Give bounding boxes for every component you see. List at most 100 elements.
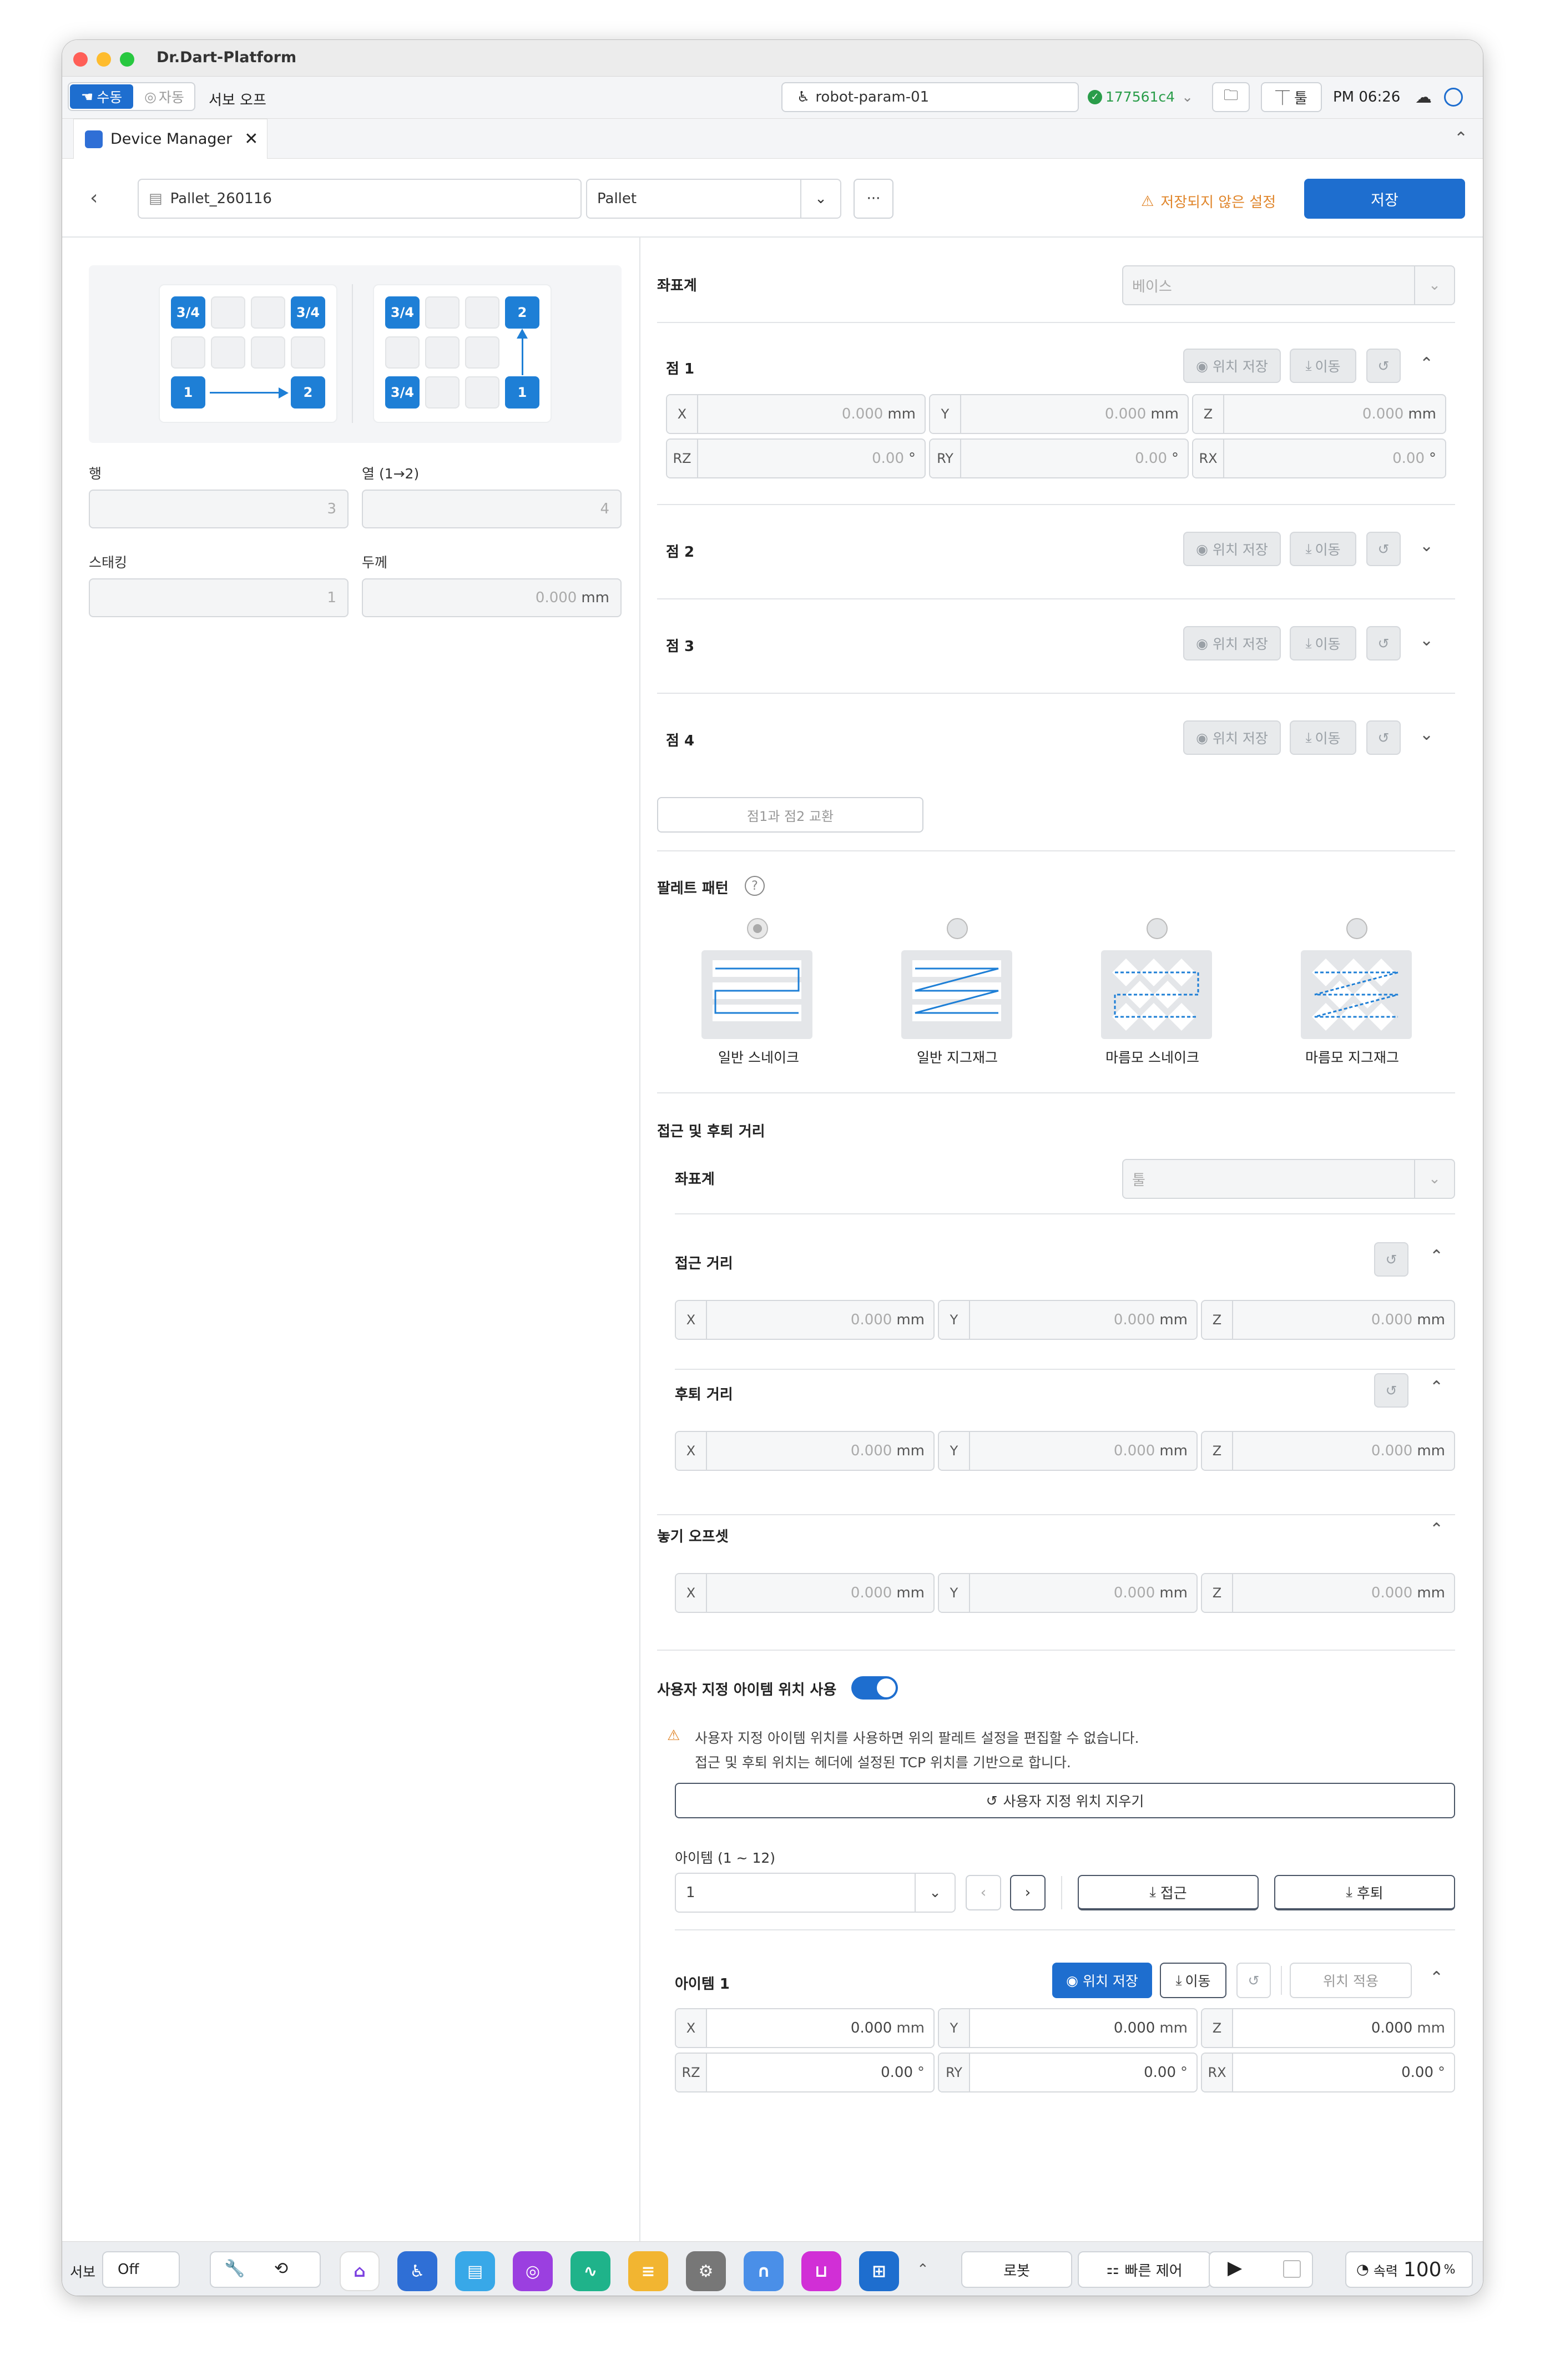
back-icon[interactable]: ‹ [90, 186, 98, 209]
thickness-input[interactable]: 0.000 mm [362, 578, 622, 617]
approach-collapse-icon[interactable]: ⌃ [1430, 1247, 1443, 1266]
stop-icon[interactable] [1283, 2260, 1301, 2278]
servo-toggle[interactable]: Off [102, 2251, 180, 2288]
minimize-window-button[interactable] [97, 52, 111, 67]
file-name-field[interactable]: ▤ Pallet_260116 [138, 179, 582, 219]
item-ry-field[interactable]: RY 0.00 ° [938, 2053, 1198, 2092]
pattern-radio-normal-snake[interactable] [747, 918, 768, 939]
device-manager-app-icon[interactable]: ⊞ [859, 2251, 899, 2291]
item-x-field[interactable]: X 0.000 mm [675, 2008, 935, 2048]
retreat-z-field[interactable]: Z 0.000 mm [1201, 1431, 1455, 1471]
cloud-icon[interactable]: ☁ [1415, 88, 1432, 107]
approach-z-field[interactable]: Z 0.000 mm [1201, 1300, 1455, 1340]
next-item-icon[interactable]: › [1010, 1875, 1046, 1910]
maximize-window-button[interactable] [120, 52, 134, 67]
approach-coord-select[interactable]: 툴 ⌄ [1122, 1159, 1455, 1199]
tab-device-manager[interactable]: Device Manager ✕ [73, 119, 267, 159]
retreat-x-field[interactable]: X 0.000 mm [675, 1431, 935, 1471]
point-1-rx-field[interactable]: RX 0.00 ° [1192, 438, 1446, 478]
point-4-expand-icon[interactable]: ⌄ [1420, 725, 1433, 744]
program-app-icon[interactable]: ▤ [455, 2251, 495, 2291]
retreat-y-field[interactable]: Y 0.000 mm [938, 1431, 1198, 1471]
point-3-expand-icon[interactable]: ⌄ [1420, 631, 1433, 650]
pattern-normal-zigzag-icon[interactable] [901, 950, 1012, 1039]
pallet-app-icon[interactable]: ⊔ [801, 2251, 841, 2291]
point-2-reset-icon[interactable]: ↺ [1366, 532, 1401, 566]
point-2-save-position-button[interactable]: ◉ 위치 저장 [1183, 532, 1281, 566]
approach-button[interactable]: ⤓ 접근 [1078, 1875, 1259, 1910]
point-1-collapse-icon[interactable]: ⌃ [1420, 354, 1433, 374]
point-3-move-button[interactable]: ⤓ 이동 [1290, 626, 1356, 660]
dock-expand-icon[interactable]: ⌃ [917, 2261, 929, 2278]
robot-app-icon[interactable]: ♿ [397, 2251, 437, 2291]
offset-y-field[interactable]: Y 0.000 mm [938, 1573, 1198, 1613]
item-select[interactable]: 1 ⌄ [675, 1873, 956, 1913]
item-y-field[interactable]: Y 0.000 mm [938, 2008, 1198, 2048]
coord-system-select[interactable]: 베이스 ⌄ [1122, 265, 1455, 305]
robot-selector[interactable]: ♿ robot-param-01 [781, 82, 1079, 112]
retreat-button[interactable]: ⤓ 후퇴 [1274, 1875, 1455, 1910]
row-input[interactable]: 3 [89, 490, 349, 528]
approach-x-field[interactable]: X 0.000 mm [675, 1300, 935, 1340]
notes-app-icon[interactable]: ≡ [628, 2251, 668, 2291]
speed-control[interactable]: ◔ 속력 100% [1345, 2251, 1473, 2288]
wrench-icon[interactable]: 🔧 [224, 2259, 245, 2278]
point-1-reset-icon[interactable]: ↺ [1366, 349, 1401, 383]
approach-y-field[interactable]: Y 0.000 mm [938, 1300, 1198, 1340]
retreat-reset-icon[interactable]: ↺ [1374, 1373, 1408, 1408]
item-z-field[interactable]: Z 0.000 mm [1201, 2008, 1455, 2048]
apply-position-button[interactable]: 위치 적용 [1290, 1963, 1412, 1998]
clear-custom-positions-button[interactable]: ↺ 사용자 지정 위치 지우기 [675, 1783, 1455, 1818]
close-window-button[interactable] [73, 52, 88, 67]
home-app-icon[interactable]: ⌂ [340, 2251, 380, 2291]
point-3-reset-icon[interactable]: ↺ [1366, 626, 1401, 660]
save-button[interactable]: 저장 [1304, 179, 1465, 219]
target-app-icon[interactable]: ◎ [513, 2251, 553, 2291]
point-1-ry-field[interactable]: RY 0.00 ° [929, 438, 1189, 478]
settings-app-icon[interactable]: ⚙ [686, 2251, 726, 2291]
point-1-save-position-button[interactable]: ◉ 위치 저장 [1183, 349, 1281, 383]
point-1-y-field[interactable]: Y 0.000 mm [929, 394, 1189, 434]
recovery-icon[interactable]: ⟲ [274, 2259, 288, 2278]
point-1-move-button[interactable]: ⤓ 이동 [1290, 349, 1356, 383]
help-icon[interactable]: ? [745, 876, 765, 896]
point-2-move-button[interactable]: ⤓ 이동 [1290, 532, 1356, 566]
close-tab-icon[interactable]: ✕ [244, 129, 258, 149]
item-rz-field[interactable]: RZ 0.00 ° [675, 2053, 935, 2092]
point-1-x-field[interactable]: X 0.000 mm [666, 394, 926, 434]
custom-position-toggle[interactable] [851, 1676, 898, 1700]
auto-mode-button[interactable]: ◎ 자동 [135, 84, 193, 109]
stacking-input[interactable]: 1 [89, 578, 349, 617]
point-4-save-position-button[interactable]: ◉ 위치 저장 [1183, 720, 1281, 755]
device-type-select[interactable]: Pallet ⌄ [586, 179, 841, 219]
place-offset-collapse-icon[interactable]: ⌃ [1430, 1520, 1443, 1539]
gripper-app-icon[interactable]: ∩ [744, 2251, 784, 2291]
retreat-collapse-icon[interactable]: ⌃ [1430, 1378, 1443, 1397]
more-options-button[interactable]: ··· [854, 179, 893, 219]
point-1-z-field[interactable]: Z 0.000 mm [1192, 394, 1446, 434]
pattern-radio-normal-zigzag[interactable] [947, 918, 968, 939]
column-input[interactable]: 4 [362, 490, 622, 528]
point-3-save-position-button[interactable]: ◉ 위치 저장 [1183, 626, 1281, 660]
account-icon[interactable] [1444, 88, 1463, 107]
prev-item-icon[interactable]: ‹ [966, 1875, 1001, 1910]
quick-control-button[interactable]: ⚏ 빠른 제어 [1078, 2251, 1211, 2288]
pattern-diamond-zigzag-icon[interactable] [1301, 950, 1412, 1039]
pattern-radio-diamond-zigzag[interactable] [1346, 918, 1367, 939]
point-4-move-button[interactable]: ⤓ 이동 [1290, 720, 1356, 755]
monitor-app-icon[interactable]: ∿ [570, 2251, 610, 2291]
approach-reset-icon[interactable]: ↺ [1374, 1242, 1408, 1277]
item-rx-field[interactable]: RX 0.00 ° [1201, 2053, 1455, 2092]
play-icon[interactable]: ▶ [1228, 2257, 1242, 2279]
tool-button[interactable]: ⏉ 툴 [1261, 82, 1322, 112]
point-2-expand-icon[interactable]: ⌄ [1420, 536, 1433, 556]
folder-button[interactable]: 🗀 [1212, 82, 1250, 112]
offset-x-field[interactable]: X 0.000 mm [675, 1573, 935, 1613]
point-4-reset-icon[interactable]: ↺ [1366, 720, 1401, 755]
pattern-normal-snake-icon[interactable] [701, 950, 812, 1039]
swap-points-button[interactable]: 점1과 점2 교환 [657, 797, 923, 833]
pattern-diamond-snake-icon[interactable] [1101, 950, 1212, 1039]
point-1-rz-field[interactable]: RZ 0.00 ° [666, 438, 926, 478]
item-move-button[interactable]: ⤓ 이동 [1160, 1963, 1226, 1998]
item-collapse-icon[interactable]: ⌃ [1430, 1968, 1443, 1988]
